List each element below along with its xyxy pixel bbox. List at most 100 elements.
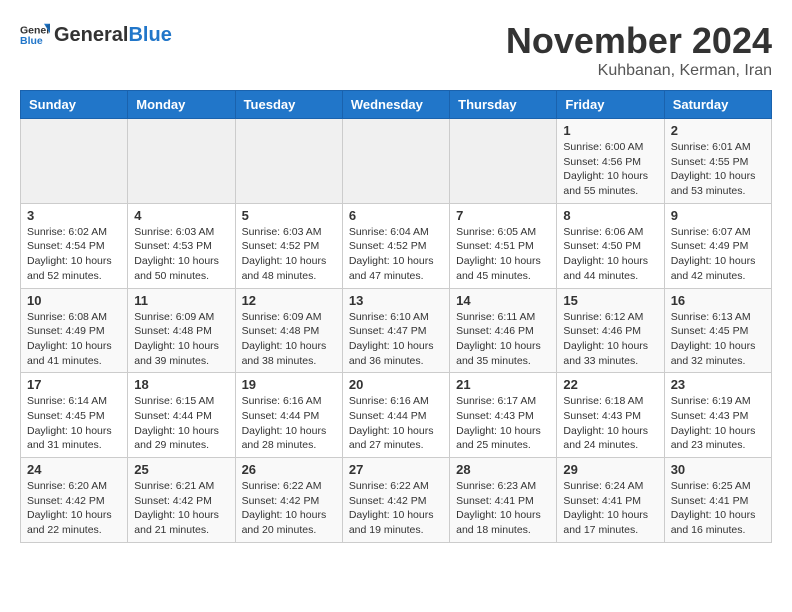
weekday-header: Saturday [664, 91, 771, 119]
day-info: Sunrise: 6:13 AMSunset: 4:45 PMDaylight:… [671, 311, 756, 367]
day-number: 5 [242, 208, 336, 223]
day-info: Sunrise: 6:10 AMSunset: 4:47 PMDaylight:… [349, 311, 434, 367]
day-info: Sunrise: 6:12 AMSunset: 4:46 PMDaylight:… [563, 311, 648, 367]
day-number: 18 [134, 377, 228, 392]
calendar-cell: 2 Sunrise: 6:01 AMSunset: 4:55 PMDayligh… [664, 119, 771, 204]
calendar-cell [128, 119, 235, 204]
weekday-header: Monday [128, 91, 235, 119]
day-info: Sunrise: 6:07 AMSunset: 4:49 PMDaylight:… [671, 226, 756, 282]
day-info: Sunrise: 6:16 AMSunset: 4:44 PMDaylight:… [242, 395, 327, 451]
day-info: Sunrise: 6:03 AMSunset: 4:52 PMDaylight:… [242, 226, 327, 282]
calendar-cell: 7 Sunrise: 6:05 AMSunset: 4:51 PMDayligh… [450, 203, 557, 288]
day-info: Sunrise: 6:11 AMSunset: 4:46 PMDaylight:… [456, 311, 541, 367]
weekday-header: Thursday [450, 91, 557, 119]
location-title: Kuhbanan, Kerman, Iran [506, 62, 772, 80]
weekday-header: Wednesday [342, 91, 449, 119]
day-number: 17 [27, 377, 121, 392]
calendar-week-row: 3 Sunrise: 6:02 AMSunset: 4:54 PMDayligh… [21, 203, 772, 288]
day-number: 27 [349, 462, 443, 477]
calendar-cell: 5 Sunrise: 6:03 AMSunset: 4:52 PMDayligh… [235, 203, 342, 288]
calendar: SundayMondayTuesdayWednesdayThursdayFrid… [20, 90, 772, 543]
day-number: 3 [27, 208, 121, 223]
day-number: 19 [242, 377, 336, 392]
day-info: Sunrise: 6:14 AMSunset: 4:45 PMDaylight:… [27, 395, 112, 451]
logo-general: General [54, 24, 128, 47]
calendar-cell: 23 Sunrise: 6:19 AMSunset: 4:43 PMDaylig… [664, 373, 771, 458]
calendar-cell: 22 Sunrise: 6:18 AMSunset: 4:43 PMDaylig… [557, 373, 664, 458]
calendar-cell: 4 Sunrise: 6:03 AMSunset: 4:53 PMDayligh… [128, 203, 235, 288]
calendar-cell: 19 Sunrise: 6:16 AMSunset: 4:44 PMDaylig… [235, 373, 342, 458]
svg-text:Blue: Blue [20, 35, 43, 47]
day-info: Sunrise: 6:09 AMSunset: 4:48 PMDaylight:… [242, 311, 327, 367]
logo-icon: General Blue [20, 20, 50, 50]
day-number: 15 [563, 293, 657, 308]
calendar-cell: 13 Sunrise: 6:10 AMSunset: 4:47 PMDaylig… [342, 288, 449, 373]
day-number: 21 [456, 377, 550, 392]
day-number: 23 [671, 377, 765, 392]
day-number: 8 [563, 208, 657, 223]
logo: General Blue General Blue [20, 20, 172, 50]
calendar-cell [235, 119, 342, 204]
day-number: 6 [349, 208, 443, 223]
calendar-header-row: SundayMondayTuesdayWednesdayThursdayFrid… [21, 91, 772, 119]
calendar-cell: 25 Sunrise: 6:21 AMSunset: 4:42 PMDaylig… [128, 458, 235, 543]
day-number: 11 [134, 293, 228, 308]
calendar-cell: 1 Sunrise: 6:00 AMSunset: 4:56 PMDayligh… [557, 119, 664, 204]
calendar-cell: 18 Sunrise: 6:15 AMSunset: 4:44 PMDaylig… [128, 373, 235, 458]
calendar-cell: 8 Sunrise: 6:06 AMSunset: 4:50 PMDayligh… [557, 203, 664, 288]
day-info: Sunrise: 6:25 AMSunset: 4:41 PMDaylight:… [671, 480, 756, 536]
day-info: Sunrise: 6:04 AMSunset: 4:52 PMDaylight:… [349, 226, 434, 282]
month-title: November 2024 [506, 20, 772, 62]
day-number: 24 [27, 462, 121, 477]
weekday-header: Sunday [21, 91, 128, 119]
day-number: 1 [563, 123, 657, 138]
day-number: 29 [563, 462, 657, 477]
calendar-cell: 27 Sunrise: 6:22 AMSunset: 4:42 PMDaylig… [342, 458, 449, 543]
calendar-week-row: 10 Sunrise: 6:08 AMSunset: 4:49 PMDaylig… [21, 288, 772, 373]
calendar-cell: 16 Sunrise: 6:13 AMSunset: 4:45 PMDaylig… [664, 288, 771, 373]
calendar-cell: 29 Sunrise: 6:24 AMSunset: 4:41 PMDaylig… [557, 458, 664, 543]
day-info: Sunrise: 6:00 AMSunset: 4:56 PMDaylight:… [563, 141, 648, 197]
calendar-cell [450, 119, 557, 204]
header: General Blue General Blue November 2024 … [20, 20, 772, 80]
calendar-week-row: 17 Sunrise: 6:14 AMSunset: 4:45 PMDaylig… [21, 373, 772, 458]
day-info: Sunrise: 6:19 AMSunset: 4:43 PMDaylight:… [671, 395, 756, 451]
calendar-cell: 30 Sunrise: 6:25 AMSunset: 4:41 PMDaylig… [664, 458, 771, 543]
day-number: 4 [134, 208, 228, 223]
day-number: 22 [563, 377, 657, 392]
day-info: Sunrise: 6:08 AMSunset: 4:49 PMDaylight:… [27, 311, 112, 367]
calendar-cell [342, 119, 449, 204]
day-number: 14 [456, 293, 550, 308]
day-number: 28 [456, 462, 550, 477]
day-info: Sunrise: 6:02 AMSunset: 4:54 PMDaylight:… [27, 226, 112, 282]
day-number: 9 [671, 208, 765, 223]
calendar-cell: 15 Sunrise: 6:12 AMSunset: 4:46 PMDaylig… [557, 288, 664, 373]
calendar-cell: 21 Sunrise: 6:17 AMSunset: 4:43 PMDaylig… [450, 373, 557, 458]
day-number: 2 [671, 123, 765, 138]
day-number: 10 [27, 293, 121, 308]
day-number: 16 [671, 293, 765, 308]
day-info: Sunrise: 6:17 AMSunset: 4:43 PMDaylight:… [456, 395, 541, 451]
day-number: 30 [671, 462, 765, 477]
logo-blue: Blue [128, 24, 171, 47]
day-info: Sunrise: 6:15 AMSunset: 4:44 PMDaylight:… [134, 395, 219, 451]
day-number: 12 [242, 293, 336, 308]
weekday-header: Friday [557, 91, 664, 119]
calendar-cell: 17 Sunrise: 6:14 AMSunset: 4:45 PMDaylig… [21, 373, 128, 458]
day-number: 7 [456, 208, 550, 223]
day-number: 20 [349, 377, 443, 392]
calendar-cell [21, 119, 128, 204]
day-info: Sunrise: 6:21 AMSunset: 4:42 PMDaylight:… [134, 480, 219, 536]
day-info: Sunrise: 6:01 AMSunset: 4:55 PMDaylight:… [671, 141, 756, 197]
day-number: 25 [134, 462, 228, 477]
day-info: Sunrise: 6:16 AMSunset: 4:44 PMDaylight:… [349, 395, 434, 451]
day-number: 26 [242, 462, 336, 477]
calendar-week-row: 1 Sunrise: 6:00 AMSunset: 4:56 PMDayligh… [21, 119, 772, 204]
day-info: Sunrise: 6:22 AMSunset: 4:42 PMDaylight:… [242, 480, 327, 536]
day-info: Sunrise: 6:24 AMSunset: 4:41 PMDaylight:… [563, 480, 648, 536]
calendar-cell: 24 Sunrise: 6:20 AMSunset: 4:42 PMDaylig… [21, 458, 128, 543]
day-info: Sunrise: 6:06 AMSunset: 4:50 PMDaylight:… [563, 226, 648, 282]
day-info: Sunrise: 6:09 AMSunset: 4:48 PMDaylight:… [134, 311, 219, 367]
calendar-cell: 12 Sunrise: 6:09 AMSunset: 4:48 PMDaylig… [235, 288, 342, 373]
calendar-week-row: 24 Sunrise: 6:20 AMSunset: 4:42 PMDaylig… [21, 458, 772, 543]
